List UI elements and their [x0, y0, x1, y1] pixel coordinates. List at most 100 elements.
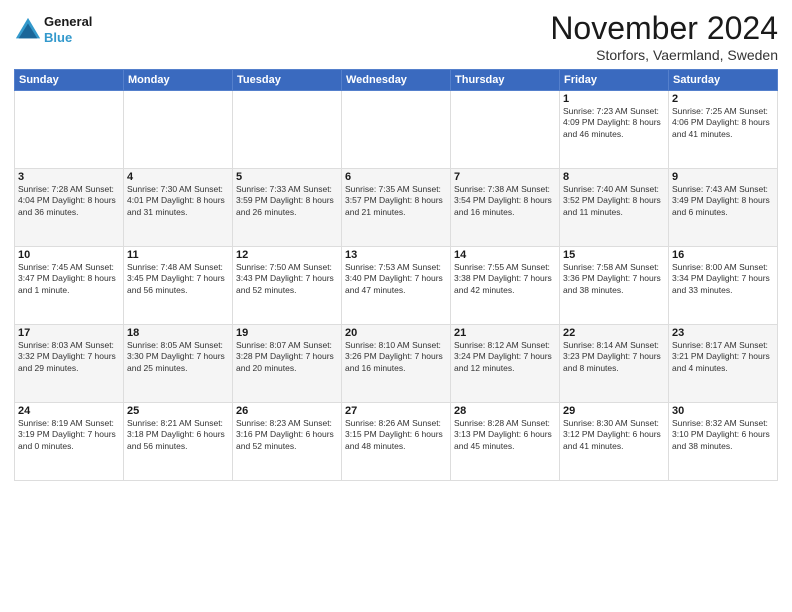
day-number: 27	[345, 405, 447, 417]
day-number: 17	[18, 327, 120, 339]
day-number: 3	[18, 171, 120, 183]
calendar-cell: 21Sunrise: 8:12 AM Sunset: 3:24 PM Dayli…	[451, 325, 560, 403]
day-info: Sunrise: 7:25 AM Sunset: 4:06 PM Dayligh…	[672, 106, 774, 140]
day-info: Sunrise: 8:05 AM Sunset: 3:30 PM Dayligh…	[127, 340, 229, 374]
day-number: 10	[18, 249, 120, 261]
day-number: 1	[563, 93, 665, 105]
day-info: Sunrise: 7:45 AM Sunset: 3:47 PM Dayligh…	[18, 262, 120, 296]
calendar-table: SundayMondayTuesdayWednesdayThursdayFrid…	[14, 69, 778, 481]
day-number: 13	[345, 249, 447, 261]
calendar-cell	[15, 91, 124, 169]
day-info: Sunrise: 7:28 AM Sunset: 4:04 PM Dayligh…	[18, 184, 120, 218]
day-info: Sunrise: 7:58 AM Sunset: 3:36 PM Dayligh…	[563, 262, 665, 296]
calendar-cell: 6Sunrise: 7:35 AM Sunset: 3:57 PM Daylig…	[342, 169, 451, 247]
calendar-header-row: SundayMondayTuesdayWednesdayThursdayFrid…	[15, 70, 778, 91]
weekday-header: Monday	[124, 70, 233, 91]
day-info: Sunrise: 8:28 AM Sunset: 3:13 PM Dayligh…	[454, 418, 556, 452]
calendar-cell: 26Sunrise: 8:23 AM Sunset: 3:16 PM Dayli…	[233, 403, 342, 481]
weekday-header: Sunday	[15, 70, 124, 91]
day-number: 28	[454, 405, 556, 417]
day-number: 21	[454, 327, 556, 339]
weekday-header: Friday	[560, 70, 669, 91]
title-area: November 2024 Storfors, Vaermland, Swede…	[550, 10, 778, 63]
calendar-cell: 8Sunrise: 7:40 AM Sunset: 3:52 PM Daylig…	[560, 169, 669, 247]
logo-icon	[14, 16, 42, 44]
day-info: Sunrise: 8:03 AM Sunset: 3:32 PM Dayligh…	[18, 340, 120, 374]
header-area: General Blue November 2024 Storfors, Vae…	[14, 10, 778, 63]
calendar-week-row: 10Sunrise: 7:45 AM Sunset: 3:47 PM Dayli…	[15, 247, 778, 325]
day-info: Sunrise: 7:55 AM Sunset: 3:38 PM Dayligh…	[454, 262, 556, 296]
day-info: Sunrise: 8:21 AM Sunset: 3:18 PM Dayligh…	[127, 418, 229, 452]
calendar-cell: 11Sunrise: 7:48 AM Sunset: 3:45 PM Dayli…	[124, 247, 233, 325]
day-number: 24	[18, 405, 120, 417]
calendar-cell: 9Sunrise: 7:43 AM Sunset: 3:49 PM Daylig…	[669, 169, 778, 247]
calendar-cell: 30Sunrise: 8:32 AM Sunset: 3:10 PM Dayli…	[669, 403, 778, 481]
calendar-cell: 29Sunrise: 8:30 AM Sunset: 3:12 PM Dayli…	[560, 403, 669, 481]
calendar-cell: 24Sunrise: 8:19 AM Sunset: 3:19 PM Dayli…	[15, 403, 124, 481]
calendar-cell	[451, 91, 560, 169]
day-info: Sunrise: 8:23 AM Sunset: 3:16 PM Dayligh…	[236, 418, 338, 452]
day-info: Sunrise: 8:26 AM Sunset: 3:15 PM Dayligh…	[345, 418, 447, 452]
day-number: 19	[236, 327, 338, 339]
day-number: 16	[672, 249, 774, 261]
day-number: 2	[672, 93, 774, 105]
day-info: Sunrise: 7:43 AM Sunset: 3:49 PM Dayligh…	[672, 184, 774, 218]
calendar-cell: 17Sunrise: 8:03 AM Sunset: 3:32 PM Dayli…	[15, 325, 124, 403]
calendar-cell: 4Sunrise: 7:30 AM Sunset: 4:01 PM Daylig…	[124, 169, 233, 247]
calendar-cell	[342, 91, 451, 169]
calendar-cell: 10Sunrise: 7:45 AM Sunset: 3:47 PM Dayli…	[15, 247, 124, 325]
calendar-cell: 1Sunrise: 7:23 AM Sunset: 4:09 PM Daylig…	[560, 91, 669, 169]
day-info: Sunrise: 7:40 AM Sunset: 3:52 PM Dayligh…	[563, 184, 665, 218]
day-number: 22	[563, 327, 665, 339]
day-info: Sunrise: 7:30 AM Sunset: 4:01 PM Dayligh…	[127, 184, 229, 218]
day-info: Sunrise: 7:33 AM Sunset: 3:59 PM Dayligh…	[236, 184, 338, 218]
calendar-cell: 12Sunrise: 7:50 AM Sunset: 3:43 PM Dayli…	[233, 247, 342, 325]
calendar-week-row: 17Sunrise: 8:03 AM Sunset: 3:32 PM Dayli…	[15, 325, 778, 403]
weekday-header: Tuesday	[233, 70, 342, 91]
day-info: Sunrise: 7:38 AM Sunset: 3:54 PM Dayligh…	[454, 184, 556, 218]
calendar-cell: 5Sunrise: 7:33 AM Sunset: 3:59 PM Daylig…	[233, 169, 342, 247]
calendar-cell	[233, 91, 342, 169]
calendar-cell: 3Sunrise: 7:28 AM Sunset: 4:04 PM Daylig…	[15, 169, 124, 247]
day-number: 15	[563, 249, 665, 261]
calendar-cell: 18Sunrise: 8:05 AM Sunset: 3:30 PM Dayli…	[124, 325, 233, 403]
calendar-cell: 15Sunrise: 7:58 AM Sunset: 3:36 PM Dayli…	[560, 247, 669, 325]
day-info: Sunrise: 7:35 AM Sunset: 3:57 PM Dayligh…	[345, 184, 447, 218]
calendar-cell	[124, 91, 233, 169]
calendar-cell: 25Sunrise: 8:21 AM Sunset: 3:18 PM Dayli…	[124, 403, 233, 481]
calendar-cell: 28Sunrise: 8:28 AM Sunset: 3:13 PM Dayli…	[451, 403, 560, 481]
month-title: November 2024	[550, 10, 778, 47]
day-number: 12	[236, 249, 338, 261]
day-info: Sunrise: 8:32 AM Sunset: 3:10 PM Dayligh…	[672, 418, 774, 452]
day-number: 9	[672, 171, 774, 183]
calendar-cell: 20Sunrise: 8:10 AM Sunset: 3:26 PM Dayli…	[342, 325, 451, 403]
calendar-cell: 27Sunrise: 8:26 AM Sunset: 3:15 PM Dayli…	[342, 403, 451, 481]
day-number: 18	[127, 327, 229, 339]
location: Storfors, Vaermland, Sweden	[550, 47, 778, 63]
day-info: Sunrise: 7:53 AM Sunset: 3:40 PM Dayligh…	[345, 262, 447, 296]
calendar-cell: 13Sunrise: 7:53 AM Sunset: 3:40 PM Dayli…	[342, 247, 451, 325]
calendar-week-row: 24Sunrise: 8:19 AM Sunset: 3:19 PM Dayli…	[15, 403, 778, 481]
calendar-week-row: 3Sunrise: 7:28 AM Sunset: 4:04 PM Daylig…	[15, 169, 778, 247]
calendar-cell: 2Sunrise: 7:25 AM Sunset: 4:06 PM Daylig…	[669, 91, 778, 169]
day-number: 7	[454, 171, 556, 183]
day-number: 6	[345, 171, 447, 183]
day-info: Sunrise: 8:30 AM Sunset: 3:12 PM Dayligh…	[563, 418, 665, 452]
day-info: Sunrise: 7:50 AM Sunset: 3:43 PM Dayligh…	[236, 262, 338, 296]
day-info: Sunrise: 8:00 AM Sunset: 3:34 PM Dayligh…	[672, 262, 774, 296]
day-number: 23	[672, 327, 774, 339]
weekday-header: Wednesday	[342, 70, 451, 91]
day-info: Sunrise: 8:17 AM Sunset: 3:21 PM Dayligh…	[672, 340, 774, 374]
day-info: Sunrise: 7:48 AM Sunset: 3:45 PM Dayligh…	[127, 262, 229, 296]
day-info: Sunrise: 8:14 AM Sunset: 3:23 PM Dayligh…	[563, 340, 665, 374]
day-number: 25	[127, 405, 229, 417]
day-number: 30	[672, 405, 774, 417]
day-number: 20	[345, 327, 447, 339]
logo: General Blue	[14, 14, 92, 45]
day-info: Sunrise: 8:10 AM Sunset: 3:26 PM Dayligh…	[345, 340, 447, 374]
page: General Blue November 2024 Storfors, Vae…	[0, 0, 792, 612]
day-info: Sunrise: 7:23 AM Sunset: 4:09 PM Dayligh…	[563, 106, 665, 140]
day-info: Sunrise: 8:19 AM Sunset: 3:19 PM Dayligh…	[18, 418, 120, 452]
calendar-cell: 22Sunrise: 8:14 AM Sunset: 3:23 PM Dayli…	[560, 325, 669, 403]
calendar-cell: 23Sunrise: 8:17 AM Sunset: 3:21 PM Dayli…	[669, 325, 778, 403]
